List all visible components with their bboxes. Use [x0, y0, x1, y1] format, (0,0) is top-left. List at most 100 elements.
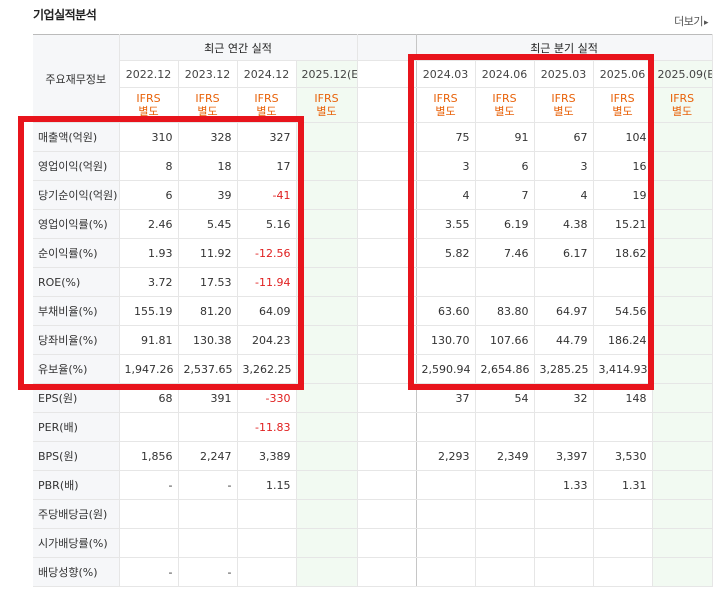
ifrs-label: IFRS	[492, 92, 517, 105]
group-spacer	[357, 383, 417, 413]
quarter-value: 54.56	[593, 296, 653, 326]
quarter-value: 6.17	[534, 238, 594, 268]
annual-value	[178, 499, 238, 529]
annual-value	[296, 238, 358, 268]
quarter-value	[652, 122, 713, 152]
ifrs-basis: 별도	[197, 105, 218, 118]
annual-value: 3.72	[119, 267, 179, 297]
row-label: 영업이익(억원)	[33, 151, 120, 181]
ifrs-badge-quarter: IFRS 별도	[475, 87, 535, 123]
annual-value: 3,389	[237, 441, 297, 471]
row-label: 주당배당금(원)	[33, 499, 120, 529]
group-spacer	[357, 151, 417, 181]
quarter-value: 91	[475, 122, 535, 152]
annual-value	[296, 151, 358, 181]
quarter-value	[475, 499, 535, 529]
quarter-value	[534, 528, 594, 558]
quarter-value	[593, 412, 653, 442]
chevron-right-icon: ▸	[703, 18, 709, 28]
annual-value: -	[119, 557, 179, 587]
quarter-value	[475, 412, 535, 442]
quarter-value: 186.24	[593, 325, 653, 355]
quarter-group-header: 최근 분기 실적	[416, 34, 713, 61]
quarter-value	[652, 528, 713, 558]
quarter-value: 130.70	[416, 325, 476, 355]
quarter-value	[652, 238, 713, 268]
quarter-value	[593, 499, 653, 529]
ifrs-badge-annual: IFRS 별도	[178, 87, 238, 123]
ifrs-badge-annual: IFRS 별도	[119, 87, 179, 123]
quarter-value: 5.82	[416, 238, 476, 268]
ifrs-basis: 별도	[316, 105, 337, 118]
annual-value: 5.45	[178, 209, 238, 239]
row-label: PBR(배)	[33, 470, 120, 500]
quarter-value: 107.66	[475, 325, 535, 355]
group-spacer	[357, 60, 417, 88]
row-label: ROE(%)	[33, 267, 120, 297]
annual-value: 17	[237, 151, 297, 181]
quarter-value: 148	[593, 383, 653, 413]
annual-value: 5.16	[237, 209, 297, 239]
group-spacer	[357, 412, 417, 442]
table-row: 매출액(억원) 310 328 327 75 91 67 104	[33, 122, 713, 152]
group-spacer	[357, 267, 417, 297]
quarter-value	[652, 412, 713, 442]
quarter-value: 7.46	[475, 238, 535, 268]
quarter-value: 4	[534, 180, 594, 210]
group-spacer	[357, 528, 417, 558]
annual-value: 11.92	[178, 238, 238, 268]
quarter-value	[416, 528, 476, 558]
quarter-value	[416, 412, 476, 442]
quarter-value	[534, 557, 594, 587]
ifrs-label: IFRS	[610, 92, 635, 105]
row-label: 순이익률(%)	[33, 238, 120, 268]
quarter-value	[416, 267, 476, 297]
row-label: 당좌비율(%)	[33, 325, 120, 355]
quarter-value	[652, 209, 713, 239]
quarter-value	[652, 267, 713, 297]
ifrs-label: IFRS	[433, 92, 458, 105]
section-title: 기업실적분석	[33, 8, 97, 22]
quarter-value: 16	[593, 151, 653, 181]
key-financials-header: 주요재무정보	[33, 34, 120, 123]
annual-value	[237, 557, 297, 587]
quarter-value: 4	[416, 180, 476, 210]
annual-value	[296, 209, 358, 239]
ifrs-badge-quarter: IFRS 별도	[416, 87, 476, 123]
quarter-value: 15.21	[593, 209, 653, 239]
ifrs-badge-quarter: IFRS 별도	[652, 87, 713, 123]
annual-value	[119, 528, 179, 558]
annual-value: 155.19	[119, 296, 179, 326]
table-row: 부채비율(%) 155.19 81.20 64.09 63.60 83.80 64.97 54…	[33, 296, 713, 326]
quarter-value	[652, 441, 713, 471]
annual-value	[296, 528, 358, 558]
ifrs-badge-annual: IFRS 별도	[296, 87, 358, 123]
annual-value	[119, 412, 179, 442]
annual-value	[296, 441, 358, 471]
quarter-value	[475, 557, 535, 587]
table-row: PBR(배) - -1.15 1.33 1.31	[33, 470, 713, 500]
quarter-value: 18.62	[593, 238, 653, 268]
annual-value	[296, 412, 358, 442]
more-link[interactable]: 더보기▸	[674, 13, 708, 29]
table-row: 순이익률(%) 1.93 11.92 -12.56 5.82 7.46 6.17 18.62	[33, 238, 713, 268]
annual-value: 68	[119, 383, 179, 413]
quarter-value: 2,590.94	[416, 354, 476, 384]
annual-value: -	[178, 557, 238, 587]
annual-value	[178, 528, 238, 558]
annual-value	[296, 325, 358, 355]
table-row: 유보율(%) 1,947.26 2,537.65 3,262.25 2,590.94 2,…	[33, 354, 713, 384]
quarter-value	[652, 151, 713, 181]
group-spacer	[357, 354, 417, 384]
table-row: 배당성향(%) - -	[33, 557, 713, 587]
quarter-value	[652, 557, 713, 587]
annual-value	[296, 122, 358, 152]
quarter-value	[652, 325, 713, 355]
quarter-value	[593, 528, 653, 558]
quarter-value: 4.38	[534, 209, 594, 239]
annual-value	[119, 499, 179, 529]
annual-value: 391	[178, 383, 238, 413]
period-header-quarter: 2025.06	[593, 60, 653, 88]
quarter-value: 3	[416, 151, 476, 181]
annual-value: 1,947.26	[119, 354, 179, 384]
